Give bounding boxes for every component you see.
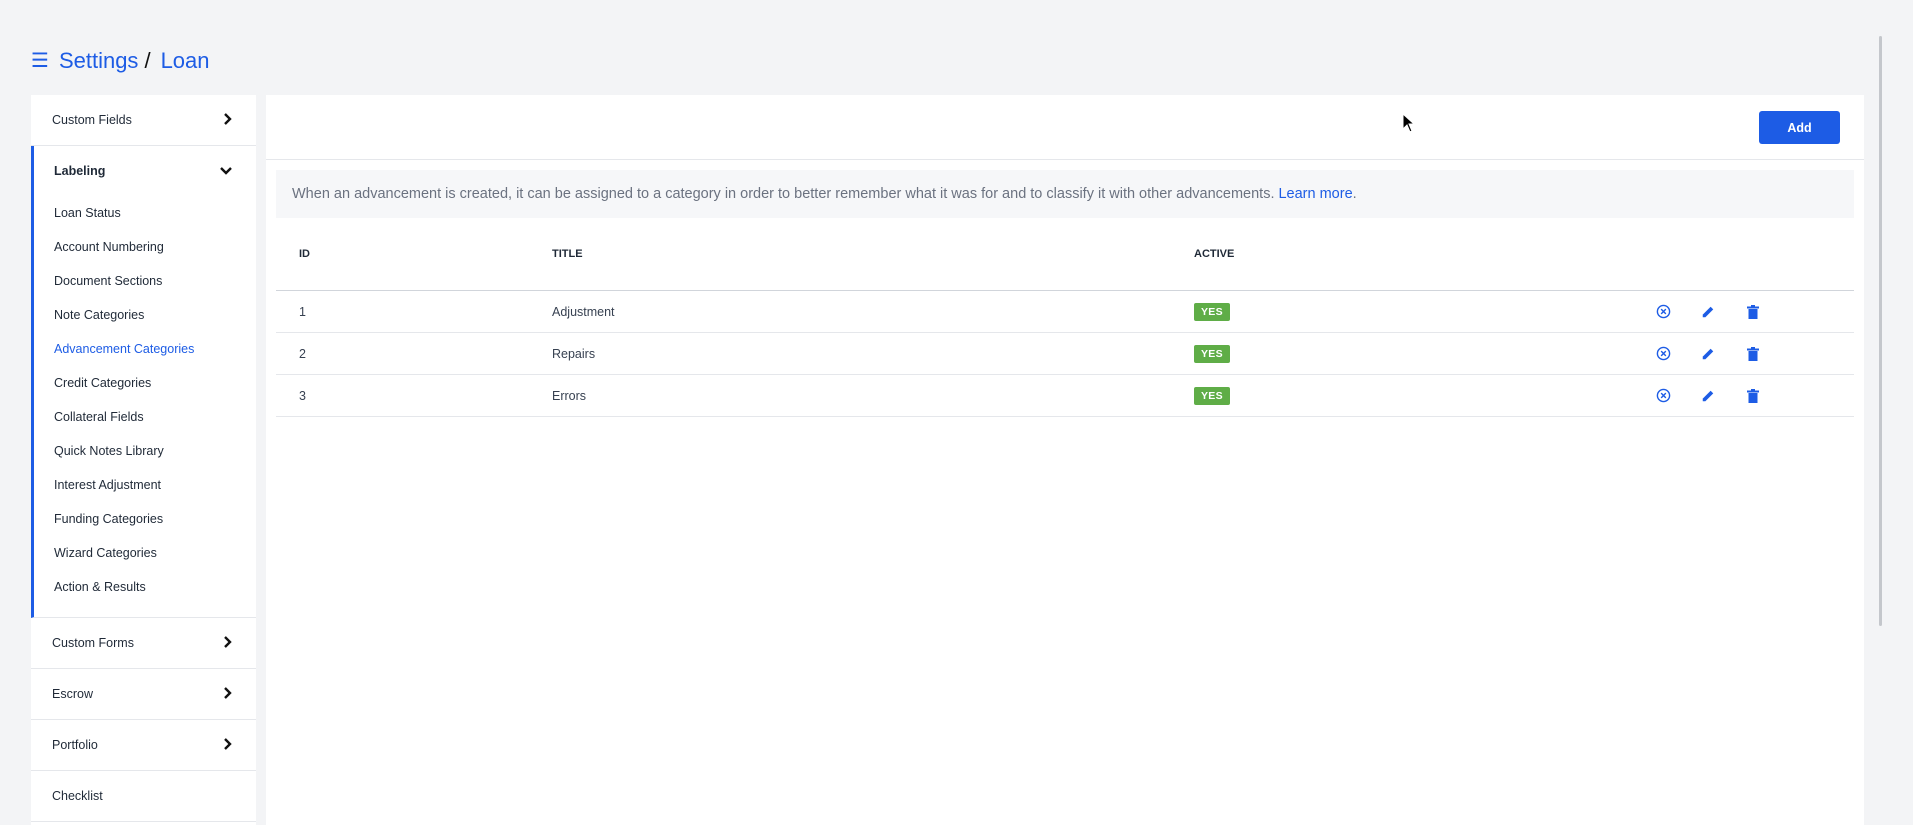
sidebar-section-portfolio[interactable]: Portfolio — [31, 720, 256, 771]
sidebar-section-custom-forms[interactable]: Custom Forms — [31, 618, 256, 669]
edit-icon[interactable] — [1699, 387, 1717, 405]
sidebar-section-label: Portfolio — [52, 738, 98, 752]
sidebar-item-collateral-fields[interactable]: Collateral Fields — [34, 400, 256, 434]
sidebar-section-labeling: Labeling Loan Status Account Numbering D… — [31, 146, 256, 618]
status-badge: YES — [1194, 386, 1230, 405]
menu-icon[interactable]: ☰ — [31, 51, 49, 71]
add-button[interactable]: Add — [1759, 111, 1840, 144]
deactivate-icon[interactable] — [1654, 345, 1672, 363]
sidebar-item-account-numbering[interactable]: Account Numbering — [34, 230, 256, 264]
header-title: TITLE — [552, 248, 583, 260]
page-scrollbar[interactable] — [1879, 36, 1882, 626]
cell-title: Errors — [552, 388, 587, 403]
sidebar-section-label: Checklist — [52, 789, 103, 803]
sidebar-item-advancement-categories[interactable]: Advancement Categories — [34, 332, 256, 366]
cell-id: 2 — [299, 346, 306, 361]
settings-page: ☰ Settings / Loan Custom Fields Labeling… — [0, 0, 1913, 825]
cell-active: YES — [1194, 344, 1654, 363]
info-banner: When an advancement is created, it can b… — [276, 170, 1854, 218]
chevron-right-icon — [223, 686, 232, 702]
breadcrumb-separator: / — [144, 48, 151, 73]
sidebar-item-document-sections[interactable]: Document Sections — [34, 264, 256, 298]
cell-id: 3 — [299, 388, 306, 403]
sidebar-item-action-results[interactable]: Action & Results — [34, 570, 256, 604]
info-text: When an advancement is created, it can b… — [292, 186, 1275, 202]
cell-active: YES — [1194, 386, 1654, 405]
mouse-cursor-icon — [1402, 112, 1416, 138]
cell-active: YES — [1194, 302, 1654, 321]
sidebar-section-label: Escrow — [52, 687, 93, 701]
sidebar-section-checklist[interactable]: Checklist — [31, 771, 256, 822]
breadcrumb-settings[interactable]: Settings — [59, 48, 139, 74]
delete-icon[interactable] — [1744, 303, 1762, 321]
cell-id: 1 — [299, 304, 306, 319]
sidebar-section-label: Custom Forms — [52, 636, 134, 650]
deactivate-icon[interactable] — [1654, 387, 1672, 405]
sidebar-item-note-categories[interactable]: Note Categories — [34, 298, 256, 332]
categories-table: ID TITLE ACTIVE 1 Adjustment YES 2 Repai… — [276, 218, 1854, 417]
breadcrumb-current: Loan — [160, 48, 210, 73]
sidebar-section-label: Custom Fields — [52, 113, 132, 127]
status-badge: YES — [1194, 302, 1230, 321]
breadcrumb: ☰ Settings / Loan — [31, 48, 210, 74]
sidebar-section-custom-fields[interactable]: Custom Fields — [31, 95, 256, 146]
sidebar-item-credit-categories[interactable]: Credit Categories — [34, 366, 256, 400]
sidebar-item-wizard-categories[interactable]: Wizard Categories — [34, 536, 256, 570]
delete-icon[interactable] — [1744, 345, 1762, 363]
chevron-right-icon — [223, 112, 232, 128]
info-trailing: . — [1352, 186, 1357, 202]
table-row: 1 Adjustment YES — [276, 291, 1854, 333]
settings-sidebar: Custom Fields Labeling Loan Status Accou… — [31, 95, 256, 825]
edit-icon[interactable] — [1699, 303, 1717, 321]
sidebar-section-label: Labeling — [54, 164, 106, 178]
learn-more-link[interactable]: Learn more — [1278, 186, 1352, 202]
table-row: 3 Errors YES — [276, 375, 1854, 417]
header-id: ID — [299, 248, 310, 260]
chevron-right-icon — [223, 737, 232, 753]
main-panel: Add When an advancement is created, it c… — [266, 95, 1864, 825]
edit-icon[interactable] — [1699, 345, 1717, 363]
cell-title: Repairs — [552, 346, 596, 361]
toolbar: Add — [266, 95, 1864, 160]
sidebar-item-loan-status[interactable]: Loan Status — [34, 196, 256, 230]
row-actions — [1654, 387, 1762, 405]
sidebar-item-funding-categories[interactable]: Funding Categories — [34, 502, 256, 536]
delete-icon[interactable] — [1744, 387, 1762, 405]
labeling-toggle[interactable]: Labeling — [34, 146, 256, 196]
deactivate-icon[interactable] — [1654, 303, 1672, 321]
chevron-down-icon — [220, 164, 232, 178]
sidebar-section-escrow[interactable]: Escrow — [31, 669, 256, 720]
sidebar-item-interest-adjustment[interactable]: Interest Adjustment — [34, 468, 256, 502]
table-header: ID TITLE ACTIVE — [276, 218, 1854, 291]
sidebar-item-quick-notes-library[interactable]: Quick Notes Library — [34, 434, 256, 468]
row-actions — [1654, 345, 1762, 363]
status-badge: YES — [1194, 344, 1230, 363]
table-row: 2 Repairs YES — [276, 333, 1854, 375]
header-active: ACTIVE — [1194, 248, 1235, 260]
row-actions — [1654, 303, 1762, 321]
chevron-right-icon — [223, 635, 232, 651]
cell-title: Adjustment — [552, 304, 615, 319]
